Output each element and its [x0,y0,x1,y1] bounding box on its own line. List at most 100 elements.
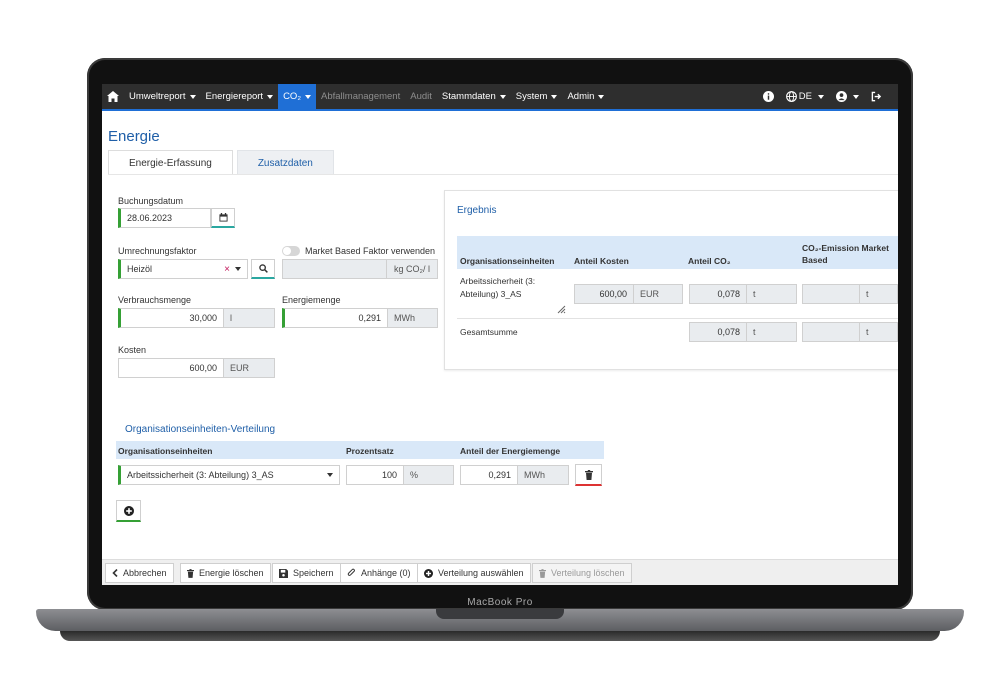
ergebnis-header-co2: Anteil CO₂ [688,256,731,266]
delete-distribution-button[interactable]: Verteilung löschen [532,563,632,583]
kosten-unit: EUR [224,358,275,378]
home-button[interactable] [102,84,124,109]
user-menu[interactable] [836,91,859,102]
kosten-label: Kosten [118,345,147,355]
nav-abfallmanagement[interactable]: Abfallmanagement [316,84,405,109]
laptop-brand: MacBook Pro [467,597,533,608]
verteilung-energie-input[interactable]: 0,291 [460,465,518,485]
chevron-down-icon [598,94,605,99]
verteilung-org-select[interactable]: Arbeitssicherheit (3: Abteilung) 3_AS [118,465,340,485]
verteilung-prozent-unit: % [404,465,454,485]
trash-icon [584,469,593,480]
nav-energiereport[interactable]: Energiereport [201,84,279,109]
save-icon [279,568,288,578]
ergebnis-title: Ergebnis [457,205,497,216]
energiemenge-input[interactable]: 0,291 [282,308,388,328]
calendar-button[interactable] [211,208,235,228]
market-based-label: Market Based Faktor verwenden [305,246,436,256]
nav-co2[interactable]: CO₂ [278,84,317,109]
verbrauchsmenge-label: Verbrauchsmenge [118,295,192,305]
ergebnis-co2-value: 0,078 [689,284,747,304]
ergebnis-co2-unit: t [747,284,797,304]
calendar-icon [218,213,228,222]
verteilung-energie-unit: MWh [518,465,569,485]
buchungsdatum-input[interactable]: 28.06.2023 [118,208,211,228]
tab-zusatzdaten[interactable]: Zusatzdaten [236,150,334,175]
ergebnis-row-org: Arbeitssicherheit (3: Abteilung) 3_AS [460,276,536,299]
gesamtsumme-label: Gesamtsumme [460,327,518,337]
chevron-down-icon [499,94,506,99]
plus-circle-icon [123,505,134,516]
nav-right-group: DE [762,91,898,102]
attachments-button[interactable]: Anhänge (0) [340,563,418,583]
verteilung-prozent-input[interactable]: 100 [346,465,404,485]
clear-icon[interactable]: × [224,264,230,275]
umrechnungsfaktor-label: Umrechnungsfaktor [118,246,197,256]
verteilung-header-prozent: Prozentsatz [346,446,394,456]
chevron-down-icon [551,94,558,99]
info-button[interactable] [762,91,774,102]
select-distribution-button[interactable]: Verteilung auswählen [417,563,531,583]
chevron-down-icon[interactable] [235,267,241,271]
chevron-down-icon[interactable] [327,473,333,477]
home-icon [107,91,119,102]
delete-energie-button[interactable]: Energie löschen [180,563,271,583]
top-navbar: Umweltreport Energiereport CO₂ Abfallman… [102,84,898,111]
nav-umweltreport[interactable]: Umweltreport [124,84,201,109]
nav-admin[interactable]: Admin [562,84,609,109]
verteilung-header-org: Organisationseinheiten [118,446,213,456]
gesamtsumme-co2-value: 0,078 [689,322,747,342]
ergebnis-row-divider [457,318,898,319]
energiemenge-unit: MWh [388,308,438,328]
ergebnis-header-market: CO₂-Emission Market Based [802,243,889,265]
tab-bar: Energie-Erfassung Zusatzdaten [108,150,334,175]
ergebnis-market-value [802,284,860,304]
chevron-down-icon [189,94,196,99]
factor-unit: kg CO₂/ l [387,259,438,279]
umrechnungsfaktor-select[interactable]: Heizöl × [118,259,248,279]
globe-icon [785,91,797,102]
ergebnis-market-unit: t [860,284,898,304]
nav-system[interactable]: System [511,84,563,109]
logout-button[interactable] [871,91,882,102]
nav-stammdaten[interactable]: Stammdaten [437,84,511,109]
chevron-down-icon [853,94,859,99]
trash-icon [187,568,194,578]
resize-handle-icon[interactable] [556,304,566,314]
factor-search-button[interactable] [251,259,275,279]
tab-divider [108,174,898,175]
verteilung-title: Organisationseinheiten-Verteilung [125,424,276,435]
language-selector[interactable]: DE [785,91,824,102]
gesamtsumme-market-value [802,322,860,342]
app-screen: Umweltreport Energiereport CO₂ Abfallman… [102,84,898,585]
chevron-left-icon [112,569,118,577]
verteilung-header-energie: Anteil der Energiemenge [460,446,561,456]
plus-circle-icon [424,568,433,578]
buchungsdatum-label: Buchungsdatum [118,196,184,206]
market-based-toggle[interactable] [282,246,300,256]
delete-row-button[interactable] [575,464,602,486]
trash-icon [539,568,546,578]
add-row-button[interactable] [116,500,141,522]
kosten-input[interactable]: 600,00 [118,358,224,378]
nav-audit[interactable]: Audit [405,84,437,109]
logout-icon [871,91,882,102]
energiemenge-label: Energiemenge [282,295,341,305]
info-icon [762,91,774,102]
paperclip-icon [347,568,355,576]
cancel-button[interactable]: Abbrechen [105,563,174,583]
bottom-toolbar: Abbrechen Energie löschen Speichern Anhä… [102,559,898,585]
gesamtsumme-co2-unit: t [747,322,797,342]
chevron-down-icon [267,94,274,99]
ergebnis-kosten-value: 600,00 [574,284,634,304]
chevron-down-icon [305,94,312,99]
tab-energie-erfassung[interactable]: Energie-Erfassung [108,150,233,175]
factor-value-input[interactable] [282,259,387,279]
search-icon [258,264,268,273]
chevron-down-icon [818,94,824,99]
verbrauchsmenge-input[interactable]: 30,000 [118,308,224,328]
verbrauchsmenge-unit: l [224,308,275,328]
save-button[interactable]: Speichern [272,563,341,583]
ergebnis-header-kosten: Anteil Kosten [574,256,629,266]
page-title: Energie [108,128,160,145]
